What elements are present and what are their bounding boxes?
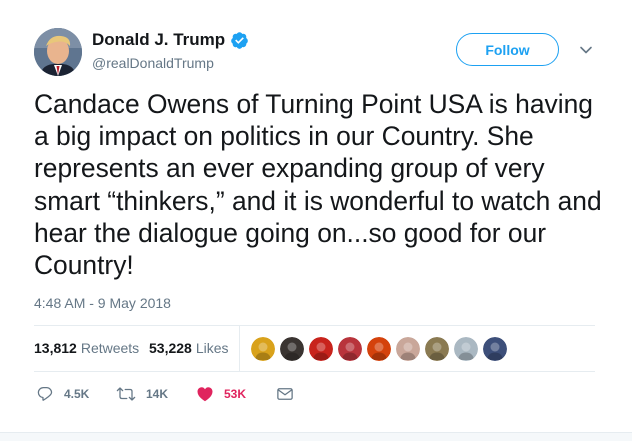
stats-bottom-divider [34, 371, 595, 372]
tweet-stats: 13,812 Retweets 53,228 Likes [34, 326, 595, 371]
liker-avatar-image [309, 337, 333, 361]
reply-count: 4.5K [64, 387, 90, 401]
retweets-label: Retweets [80, 340, 140, 356]
liker-avatar-image [425, 337, 449, 361]
liker-avatar[interactable] [483, 337, 507, 361]
liker-avatar[interactable] [396, 337, 420, 361]
reply-icon [37, 386, 53, 401]
retweet-count: 14K [146, 387, 169, 401]
retweets-count: 13,812 [34, 340, 77, 356]
liker-avatar[interactable] [280, 337, 304, 361]
heart-icon [197, 387, 213, 402]
likes-label: Likes [195, 340, 229, 356]
like-button[interactable]: 53K [196, 382, 246, 406]
liker-avatar[interactable] [338, 337, 362, 361]
tweet-text: Candace Owens of Turning Point USA is ha… [34, 89, 602, 281]
liker-avatar-image [396, 337, 420, 361]
liker-avatar[interactable] [251, 337, 275, 361]
avatar[interactable] [34, 28, 82, 76]
tweet-card: Donald J. Trump @realDonaldTrump Follow … [0, 0, 632, 441]
liker-avatar-image [454, 337, 478, 361]
liker-avatar-image [367, 337, 391, 361]
tweet-timestamp[interactable]: 4:48 AM - 9 May 2018 [34, 295, 171, 311]
follow-button[interactable]: Follow [456, 33, 559, 66]
liker-avatar-image [338, 337, 362, 361]
retweet-button[interactable]: 14K [116, 382, 168, 406]
retweet-icon [116, 387, 136, 401]
avatar-image [34, 28, 82, 76]
like-count: 53K [224, 387, 247, 401]
reply-button[interactable]: 4.5K [36, 382, 89, 406]
retweets-stat[interactable]: 13,812 Retweets [34, 340, 139, 356]
liker-avatar[interactable] [367, 337, 391, 361]
liker-avatar[interactable] [454, 337, 478, 361]
liker-avatar[interactable] [309, 337, 333, 361]
likes-stat[interactable]: 53,228 Likes [149, 340, 229, 356]
liker-avatar[interactable] [425, 337, 449, 361]
liker-avatar-image [483, 337, 507, 361]
verified-badge-icon [231, 31, 248, 49]
author-display-name[interactable]: Donald J. Trump [92, 30, 225, 50]
author-handle[interactable]: @realDonaldTrump [92, 55, 214, 71]
stats-separator [239, 326, 240, 371]
liker-avatar-image [280, 337, 304, 361]
direct-message-button[interactable] [276, 382, 294, 406]
author-name-row[interactable]: Donald J. Trump [92, 30, 249, 50]
envelope-icon [277, 388, 293, 400]
chevron-down-icon[interactable] [578, 42, 594, 58]
liker-avatar-image [251, 337, 275, 361]
likes-count: 53,228 [149, 340, 192, 356]
